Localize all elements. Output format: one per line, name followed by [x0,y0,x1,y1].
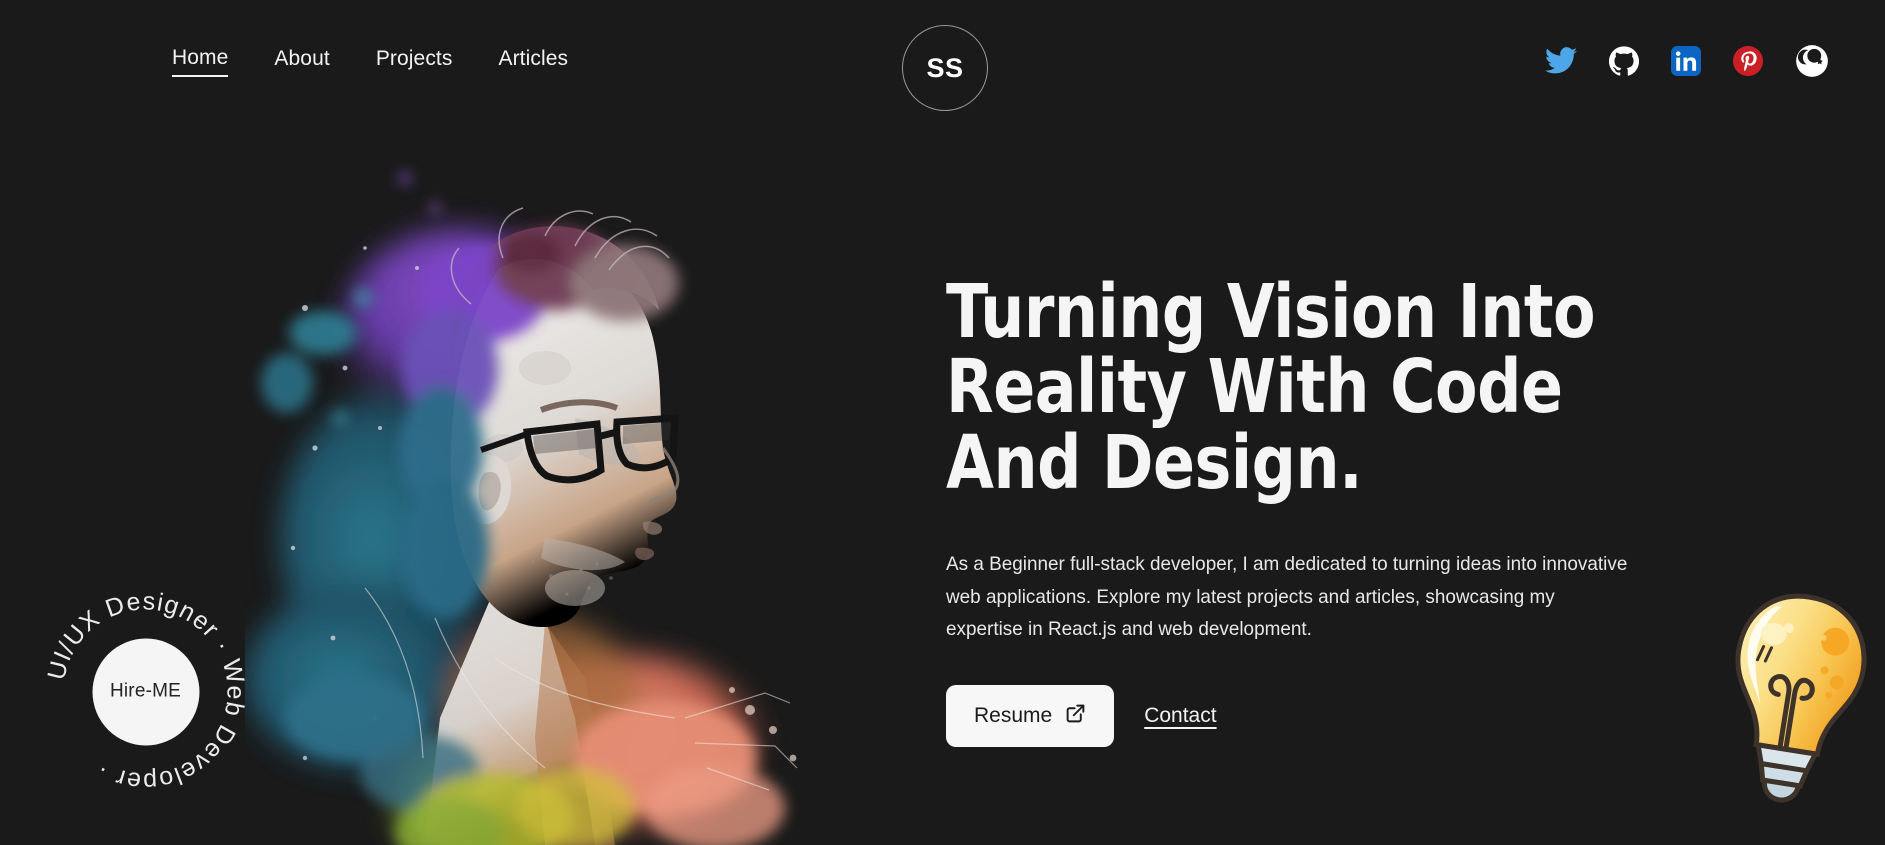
nav-item-about[interactable]: About [274,47,329,76]
dark-mode-toggle-icon[interactable] [1795,44,1829,78]
hire-me-center-button[interactable]: Hire-ME [92,638,199,745]
github-icon[interactable] [1609,46,1639,76]
site-header: Home About Projects Articles SS [0,0,1885,120]
resume-button-label: Resume [974,704,1053,728]
external-link-icon [1065,703,1086,730]
logo-initials: SS [926,52,964,83]
hero-content: Turning Vision Into Reality With Code An… [946,269,1746,748]
nav-item-home[interactable]: Home [172,46,229,77]
cta-row: Resume Contact [946,685,1746,748]
nav-item-articles[interactable]: Articles [498,47,568,76]
site-logo[interactable]: SS [902,25,988,111]
hero-portrait-image [245,118,805,845]
linkedin-icon[interactable] [1671,46,1701,76]
hire-me-badge[interactable]: UI/UX Designer · Web Developer · Hire-ME [42,587,249,795]
pinterest-icon[interactable] [1733,46,1763,76]
page-title: Turning Vision Into Reality With Code An… [946,269,1596,506]
contact-link[interactable]: Contact [1144,704,1216,728]
twitter-icon[interactable] [1545,47,1577,75]
nav-item-projects[interactable]: Projects [376,47,453,76]
resume-button[interactable]: Resume [946,685,1115,748]
hero-description: As a Beginner full-stack developer, I am… [946,553,1628,641]
main-navigation: Home About Projects Articles [172,46,568,77]
social-links [1545,44,1829,78]
hire-me-label: Hire-ME [109,680,182,702]
